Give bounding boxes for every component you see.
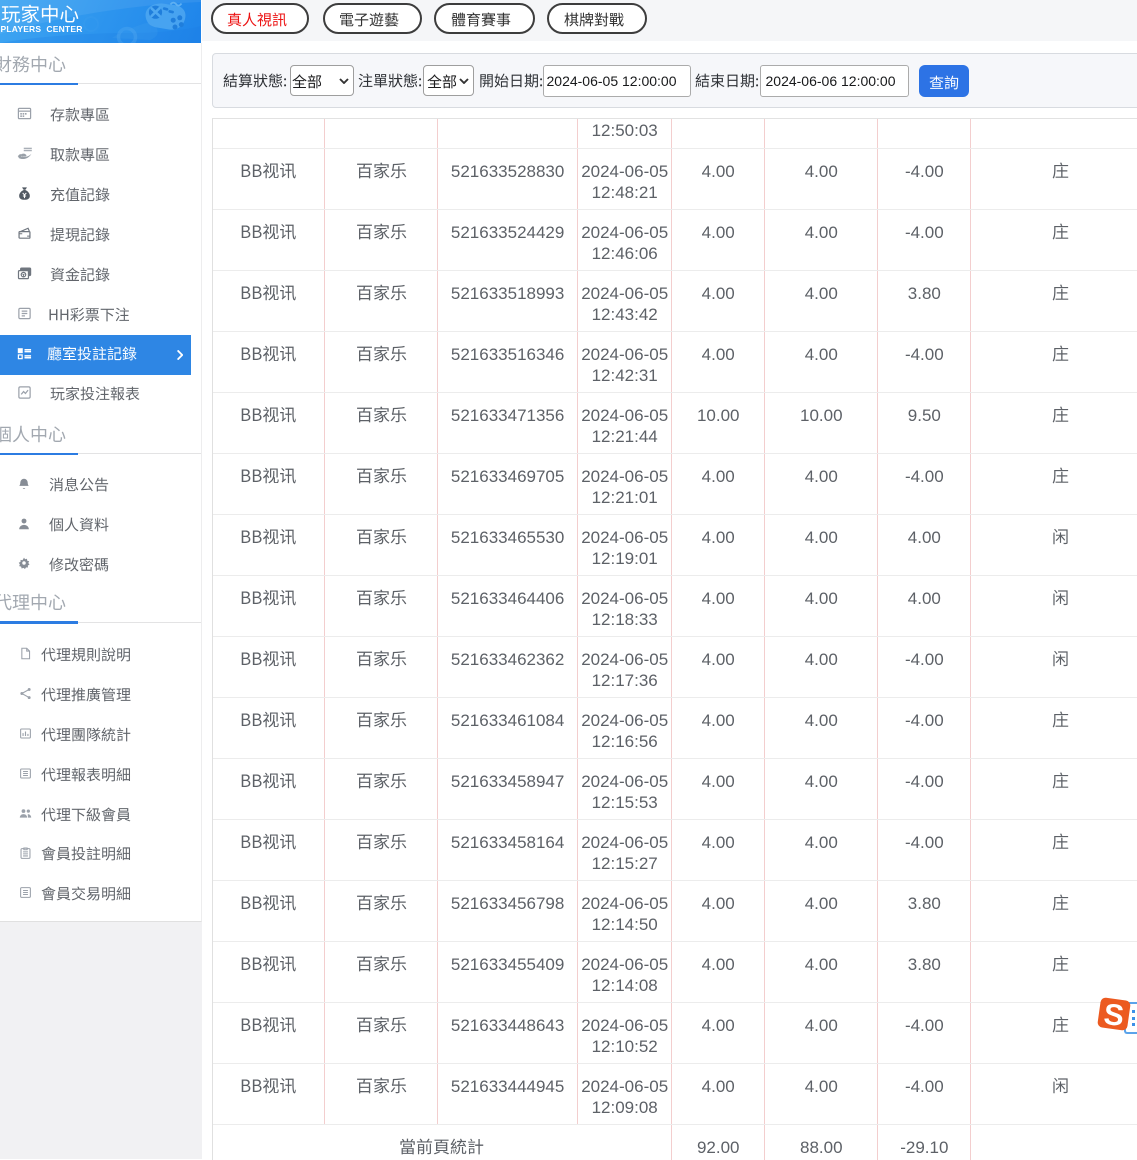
svg-text:S: S bbox=[1102, 998, 1125, 1033]
